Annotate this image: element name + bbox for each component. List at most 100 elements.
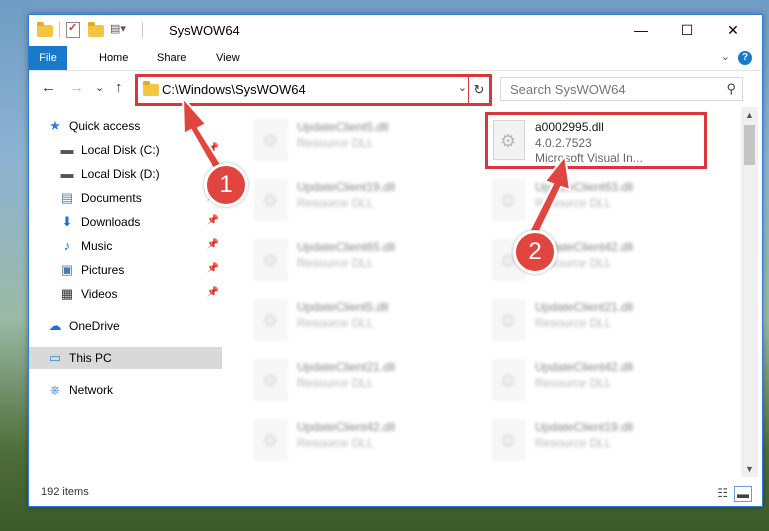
help-icon[interactable]: ? xyxy=(738,51,752,65)
sidebar-item-onedrive[interactable]: ☁ OneDrive xyxy=(29,315,222,337)
list-item[interactable]: UpdateClient21.dll Resource DLL xyxy=(487,295,717,345)
navigation-pane: ★ Quick access ▬ Local Disk (C:) 📌 ▬ Loc… xyxy=(29,107,222,477)
sidebar-item-videos[interactable]: ▦ Videos 📌 xyxy=(29,283,222,305)
file-description: Resource DLL xyxy=(535,256,612,270)
quick-access-toolbar: ▤▾ xyxy=(37,21,143,38)
list-item[interactable]: UpdateClient5.dll Resource DLL xyxy=(249,115,479,165)
file-name: UpdateClient42.dll xyxy=(535,360,634,374)
address-dropdown-icon[interactable]: ⌄ xyxy=(458,81,467,94)
pin-icon: 📌 xyxy=(206,215,219,226)
title-bar: ▤▾ SysWOW64 — ☐ ✕ xyxy=(29,15,762,46)
sidebar-item-quick-access[interactable]: ★ Quick access xyxy=(29,115,222,137)
sidebar-item-pictures[interactable]: ▣ Pictures 📌 xyxy=(29,259,222,281)
sidebar-item-label: Downloads xyxy=(81,215,141,229)
scroll-up-icon[interactable]: ▲ xyxy=(745,110,754,120)
file-description: Resource DLL xyxy=(535,196,612,210)
pin-icon: 📌 xyxy=(206,239,219,250)
file-description: Resource DLL xyxy=(297,376,374,390)
file-description: Resource DLL xyxy=(535,376,612,390)
dll-file-icon xyxy=(493,120,525,160)
list-item[interactable]: UpdateClient19.dll Resource DLL xyxy=(249,175,479,225)
dll-file-icon xyxy=(493,300,525,340)
list-item[interactable]: UpdateClient63.dll Resource DLL xyxy=(487,175,717,225)
refresh-button[interactable]: ↻ xyxy=(468,74,492,106)
sidebar-item-local-disk-c[interactable]: ▬ Local Disk (C:) 📌 xyxy=(29,139,222,161)
file-name: UpdateClient21.dll xyxy=(297,360,396,374)
list-item[interactable]: UpdateClient65.dll Resource DLL xyxy=(249,235,479,285)
file-explorer-window: ▤▾ SysWOW64 — ☐ ✕ File Home Share View ⌄… xyxy=(28,14,763,507)
address-text[interactable]: C:\Windows\SysWOW64 xyxy=(162,82,306,97)
videos-icon: ▦ xyxy=(60,286,74,301)
tab-share[interactable]: Share xyxy=(147,46,196,70)
list-item[interactable]: UpdateClient19.dll Resource DLL xyxy=(487,415,717,465)
file-name: UpdateClient63.dll xyxy=(535,180,634,194)
tiles-view-icon[interactable]: ▬ xyxy=(734,486,752,502)
file-details: 4.0.2.7523 Microsoft Visual In... xyxy=(535,136,643,166)
item-count: 192 items xyxy=(41,486,89,498)
pin-icon: 📌 xyxy=(206,263,219,274)
list-item[interactable]: UpdateClient42.dll Resource DLL xyxy=(487,355,717,405)
tab-file[interactable]: File xyxy=(29,46,67,70)
search-input[interactable]: Search SysWOW64 ⚲ xyxy=(500,77,743,101)
file-item-a0002995-dll[interactable]: a0002995.dll 4.0.2.7523 Microsoft Visual… xyxy=(487,115,717,165)
pin-icon: 📌 xyxy=(206,287,219,298)
sidebar-item-music[interactable]: ♪ Music 📌 xyxy=(29,235,222,257)
address-bar[interactable]: C:\Windows\SysWOW64 ⌄ xyxy=(135,74,474,106)
forward-button[interactable]: → xyxy=(69,79,84,96)
recent-locations-button[interactable]: ⌄ xyxy=(95,81,104,94)
back-button[interactable]: ← xyxy=(41,79,56,96)
ribbon-tabs: File Home Share View ⌄ ? xyxy=(29,46,762,71)
close-button[interactable]: ✕ xyxy=(710,15,756,45)
sidebar-item-label: This PC xyxy=(69,351,112,365)
sidebar-item-label: Videos xyxy=(81,287,118,301)
up-button[interactable]: ↑ xyxy=(115,79,123,96)
sidebar-item-label: Documents xyxy=(81,191,142,205)
file-list: UpdateClient5.dll Resource DLL UpdateCli… xyxy=(229,107,739,477)
list-item[interactable]: UpdateClient42.dll Resource DLL xyxy=(249,415,479,465)
file-name: UpdateClient19.dll xyxy=(535,420,634,434)
file-description: Resource DLL xyxy=(297,436,374,450)
sidebar-item-this-pc[interactable]: ▭ This PC xyxy=(29,347,222,369)
dll-file-icon xyxy=(493,360,525,400)
drive-icon: ▬ xyxy=(60,142,74,157)
sidebar-item-label: OneDrive xyxy=(69,319,120,333)
new-folder-icon[interactable] xyxy=(88,22,104,38)
tab-view[interactable]: View xyxy=(206,46,250,70)
search-icon[interactable]: ⚲ xyxy=(726,81,736,97)
details-view-icon[interactable]: ☷ xyxy=(717,486,728,502)
sidebar-item-downloads[interactable]: ⬇ Downloads 📌 xyxy=(29,211,222,233)
downloads-icon: ⬇ xyxy=(61,214,73,229)
customize-toolbar-icon[interactable]: ▤▾ xyxy=(110,22,136,38)
dll-file-icon xyxy=(255,180,287,220)
chevron-down-icon[interactable]: ⌄ xyxy=(721,50,730,63)
tab-home[interactable]: Home xyxy=(89,46,138,70)
vertical-scrollbar[interactable]: ▲ ▼ xyxy=(741,107,758,477)
file-description: Resource DLL xyxy=(297,256,374,270)
sidebar-item-label: Local Disk (D:) xyxy=(81,167,160,181)
list-item[interactable]: UpdateClient42.dll Resource DLL xyxy=(487,235,717,285)
file-name: UpdateClient5.dll xyxy=(297,120,389,134)
sidebar-item-network[interactable]: ⎈ Network xyxy=(29,379,222,401)
list-item[interactable]: UpdateClient21.dll Resource DLL xyxy=(249,355,479,405)
pin-icon: 📌 xyxy=(206,191,219,202)
star-icon: ★ xyxy=(49,118,61,133)
navigation-bar: ← → ⌄ ↑ C:\Windows\SysWOW64 ⌄ ↻ Search S… xyxy=(29,71,762,106)
scroll-down-icon[interactable]: ▼ xyxy=(745,464,754,474)
scrollbar-thumb[interactable] xyxy=(744,125,755,165)
folder-icon xyxy=(37,22,53,38)
dll-file-icon xyxy=(255,240,287,280)
status-bar: 192 items ☷ ▬ xyxy=(29,481,762,505)
dll-file-icon xyxy=(255,120,287,160)
file-name: UpdateClient5.dll xyxy=(297,300,389,314)
maximize-button[interactable]: ☐ xyxy=(664,15,710,45)
sidebar-item-local-disk-d[interactable]: ▬ Local Disk (D:) xyxy=(29,163,222,185)
documents-icon: ▤ xyxy=(60,190,74,205)
pin-icon: 📌 xyxy=(206,143,219,154)
drive-icon: ▬ xyxy=(60,166,74,181)
sidebar-item-documents[interactable]: ▤ Documents 📌 xyxy=(29,187,222,209)
minimize-button[interactable]: — xyxy=(618,15,664,45)
list-item[interactable]: UpdateClient5.dll Resource DLL xyxy=(249,295,479,345)
dll-file-icon xyxy=(493,420,525,460)
dll-file-icon xyxy=(255,420,287,460)
properties-icon[interactable] xyxy=(66,21,82,38)
